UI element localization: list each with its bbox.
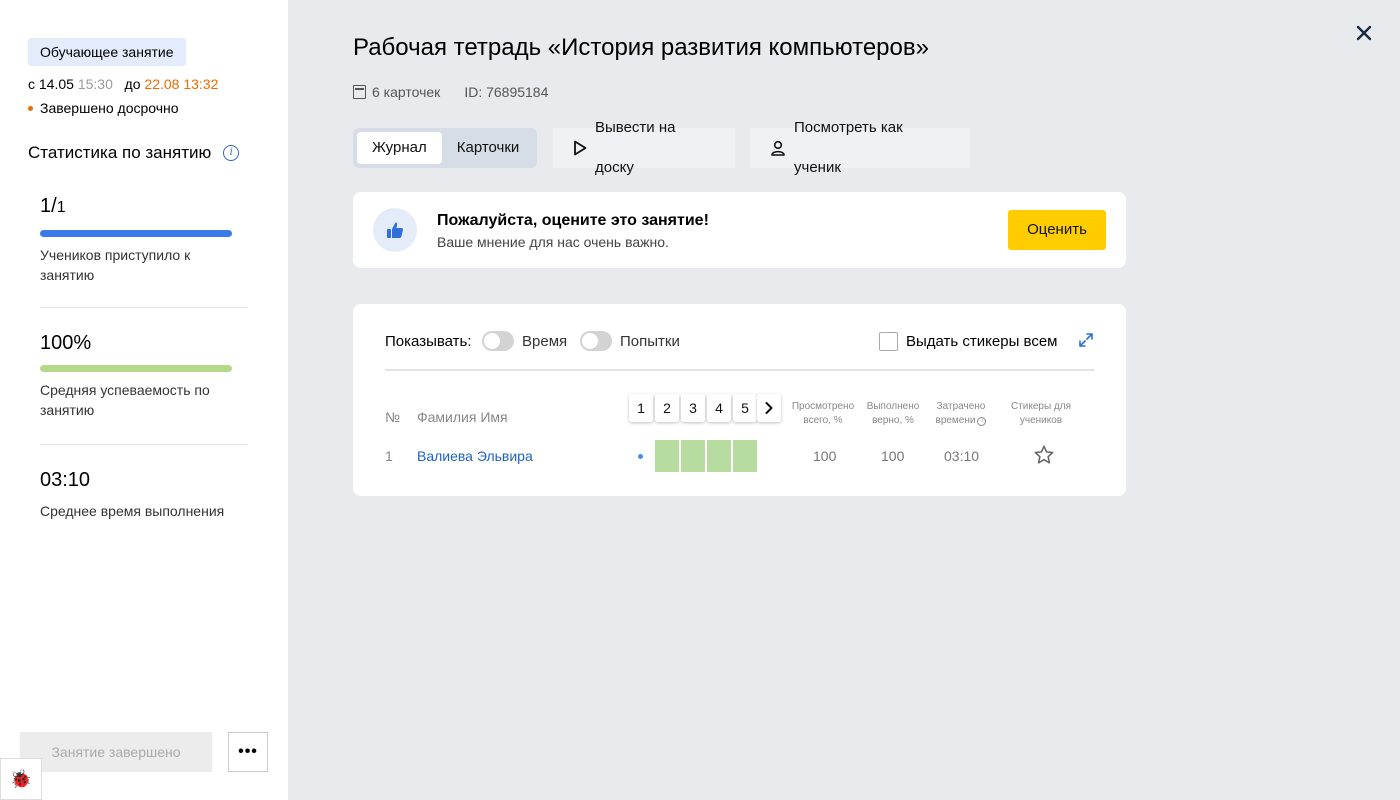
card-result-cell[interactable]: [733, 440, 757, 472]
card-result-cell[interactable]: [655, 440, 679, 472]
card-result-cell[interactable]: [681, 440, 705, 472]
close-button[interactable]: [1352, 22, 1376, 46]
time-to: 13:32: [183, 76, 219, 92]
date-from-prefix: с: [28, 76, 35, 92]
view-switcher: Журнал Карточки: [353, 128, 537, 168]
lesson-status: Завершено досрочно: [28, 99, 179, 117]
row-viewed: 100: [813, 448, 837, 464]
page-title: Рабочая тетрадь «История развития компью…: [353, 34, 929, 61]
view-as-student-label: Посмотреть как ученик: [794, 119, 903, 176]
time-toggle-label: Время: [522, 333, 568, 350]
lesson-type-badge: Обучающее занятие: [28, 38, 186, 66]
stat-avg-time-value: 03:10: [40, 469, 91, 491]
user-icon: [770, 140, 786, 156]
card-number-1[interactable]: 1: [629, 394, 653, 422]
next-cards-button[interactable]: [757, 394, 781, 422]
attempts-toggle-label: Попытки: [620, 333, 680, 350]
stats-title: Статистика по занятию i: [28, 142, 240, 164]
date-from: 14.05: [38, 76, 74, 92]
view-as-student-button[interactable]: Посмотреть как ученик: [750, 119, 970, 176]
lesson-status-text: Завершено досрочно: [40, 100, 179, 116]
sidebar: Обучающее занятие с 14.05 15:30 до 22.08…: [0, 0, 288, 800]
tab-cards[interactable]: Карточки: [442, 132, 535, 164]
cards-count: 6 карточек: [372, 84, 441, 100]
ladybug-icon: 🐞: [9, 768, 33, 789]
card-number-5[interactable]: 5: [733, 394, 757, 422]
stat-started-value: 1/1: [40, 195, 66, 217]
divider: [385, 369, 1094, 371]
status-dot: [28, 105, 33, 111]
stat-performance-value: 100%: [40, 332, 92, 354]
more-options-button[interactable]: •••: [228, 732, 268, 772]
stickers-all-checkbox[interactable]: [879, 332, 898, 351]
col-number: №: [385, 409, 401, 425]
star-icon: [1034, 445, 1054, 464]
rating-card: Пожалуйста, оцените это занятие! Ваше мн…: [353, 192, 1126, 268]
stat-performance: 100% Средняя успеваемость по занятию: [40, 331, 248, 420]
row-correct: 100: [881, 448, 905, 464]
expand-icon: [1079, 333, 1093, 347]
stat-avg-time: 03:10 Среднее время выполнения: [40, 468, 248, 521]
play-icon: [573, 140, 587, 156]
stats-title-text: Статистика по занятию: [28, 143, 212, 162]
stat-started-label: Учеников приступило к занятию: [40, 247, 191, 283]
col-name[interactable]: Фамилия Имя: [417, 408, 508, 426]
info-icon[interactable]: i: [223, 145, 240, 161]
date-to-prefix: до: [124, 76, 141, 92]
bug-report-button[interactable]: 🐞: [0, 758, 42, 800]
card-number-2[interactable]: 2: [655, 394, 679, 422]
stickers-all-label: Выдать стикеры всем: [906, 333, 1058, 350]
col-viewed[interactable]: Просмотрено всего, %: [788, 400, 858, 428]
sticker-star-button[interactable]: [1033, 444, 1055, 471]
cards-icon: [353, 85, 366, 99]
divider: [40, 444, 248, 445]
online-indicator: [638, 454, 643, 459]
show-label: Показывать:: [385, 333, 472, 350]
journal-card: Показывать: Время Попытки Выдать стикеры…: [353, 304, 1126, 496]
thumbs-up-icon-wrap: [373, 208, 417, 252]
row-time: 03:10: [944, 448, 980, 464]
card-number-3[interactable]: 3: [681, 394, 705, 422]
stat-performance-bar: [40, 365, 232, 372]
student-name-link[interactable]: Валиева Эльвира: [417, 447, 533, 465]
time-toggle[interactable]: [482, 331, 514, 351]
stat-performance-label: Средняя успеваемость по занятию: [40, 382, 210, 418]
workbook-id: ID: 76895184: [464, 84, 549, 100]
divider: [40, 307, 248, 308]
thumbs-up-icon: [387, 222, 403, 238]
card-result-cell[interactable]: [707, 440, 731, 472]
row-number: 1: [385, 448, 393, 464]
stat-started-bar: [40, 230, 232, 237]
col-time[interactable]: Затрачено времени i: [926, 400, 996, 428]
card-number-4[interactable]: 4: [707, 394, 731, 422]
expand-button[interactable]: [1078, 332, 1094, 348]
stat-avg-time-label: Среднее время выполнения: [40, 503, 225, 519]
info-icon[interactable]: i: [977, 416, 987, 426]
rate-button[interactable]: Оценить: [1008, 210, 1106, 250]
rating-subtitle: Ваше мнение для нас очень важно.: [437, 234, 669, 250]
stat-started: 1/1 Учеников приступило к занятию: [40, 194, 248, 285]
attempts-toggle[interactable]: [580, 331, 612, 351]
col-stickers: Стикеры для учеников: [1010, 401, 1072, 426]
show-on-board-label: Вывести на доску: [595, 119, 676, 176]
date-to: 22.08: [144, 76, 180, 92]
rating-title: Пожалуйста, оцените это занятие!: [437, 212, 709, 229]
time-from: 15:30: [77, 76, 113, 92]
lesson-finished-button[interactable]: Занятие завершено: [20, 732, 212, 772]
chevron-right-icon: [765, 402, 773, 414]
close-icon: [1356, 25, 1372, 41]
show-on-board-button[interactable]: Вывести на доску: [553, 119, 735, 176]
workbook-meta: 6 карточек ID: 76895184: [353, 83, 548, 101]
col-correct[interactable]: Выполнено верно, %: [858, 400, 928, 428]
tab-journal[interactable]: Журнал: [357, 132, 442, 164]
lesson-dates: с 14.05 15:30 до 22.08 13:32: [28, 75, 218, 93]
